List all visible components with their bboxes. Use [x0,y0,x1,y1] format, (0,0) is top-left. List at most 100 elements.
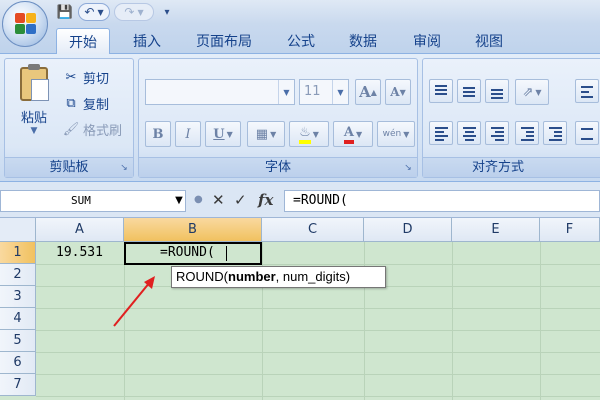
row-header-4[interactable]: 4 [0,308,36,330]
align-left-button[interactable] [429,121,453,145]
chevron-down-icon[interactable]: ▼ [172,190,186,212]
increase-indent-button[interactable] [543,121,567,145]
save-icon[interactable]: 💾 [56,3,74,21]
redo-button[interactable]: ↷ ▼ [114,3,154,21]
fill-color-button[interactable]: ♨ ▼ [289,121,329,147]
row-header-6[interactable]: 6 [0,352,36,374]
grid-line [36,396,600,397]
shrink-font-label: A [390,85,400,99]
copy-icon: ⧉ [66,95,76,111]
wrap-text-button[interactable] [575,79,599,103]
orientation-icon: ⇗ [522,84,534,100]
align-middle-button[interactable] [457,79,481,103]
worksheet-grid: A B C D E F 1 2 3 4 5 6 7 19.531 =ROUND(… [0,218,600,400]
resize-grip-icon[interactable]: ● [194,194,204,208]
tab-review[interactable]: 审阅 [404,28,450,54]
shrink-font-button[interactable]: A ▼ [385,79,411,105]
tab-home[interactable]: 开始 [56,28,110,54]
font-group-label: 字体 [139,157,417,177]
borders-button[interactable]: ▦ ▼ [247,121,285,147]
chevron-down-icon: ▼ [355,129,363,139]
column-header-b[interactable]: B [124,218,262,242]
insert-function-button[interactable]: fx [258,191,273,209]
tab-data[interactable]: 数据 [340,28,386,54]
cancel-icon[interactable]: ✕ [212,191,225,209]
format-painter-button[interactable]: 🖌 格式刷 [63,119,122,139]
row-header-5[interactable]: 5 [0,330,36,352]
row-header-7[interactable]: 7 [0,374,36,396]
enter-check-icon[interactable]: ✓ [234,191,247,209]
font-size-dropdown[interactable]: 11 ▼ [299,79,349,105]
column-header-d[interactable]: D [364,218,452,242]
copy-button[interactable]: ⧉ 复制 [63,93,109,113]
grid-line [540,242,541,400]
clipboard-group-label: 剪贴板 [5,157,133,177]
underline-button[interactable]: U ▼ [205,121,241,147]
merge-center-button[interactable] [575,121,599,145]
scissors-icon: ✂ [65,69,77,85]
paste-icon [20,64,49,101]
font-name-dropdown[interactable]: ▼ [145,79,295,105]
undo-icon: ↶ [84,5,95,19]
phonetic-guide-button[interactable]: wén ▼ [377,121,415,147]
name-box[interactable]: SUM [0,190,186,212]
customize-qat-icon[interactable]: ▾ [158,3,176,21]
bold-label: B [152,126,164,142]
underline-label: U [213,126,225,142]
chevron-down-icon: ▼ [137,7,144,17]
tab-view[interactable]: 视图 [466,28,512,54]
quick-access-toolbar: 💾 ↶ ▼ ↷ ▼ ▾ [56,2,176,22]
grow-font-label: A [359,83,371,101]
redo-icon: ↷ [124,5,135,19]
italic-button[interactable]: I [175,121,201,147]
name-box-value: SUM [71,194,91,207]
tooltip-arg-number[interactable]: number [228,269,276,284]
undo-button[interactable]: ↶ ▼ [78,3,110,21]
chevron-down-icon: ▼ [226,129,233,139]
column-header-e[interactable]: E [452,218,540,242]
formula-input[interactable]: =ROUND( [284,190,600,212]
formula-value: =ROUND( [293,193,348,208]
tab-insert[interactable]: 插入 [124,28,170,54]
select-all-corner[interactable] [0,218,36,242]
column-header-a[interactable]: A [36,218,124,242]
column-header-f[interactable]: F [540,218,600,242]
text-cursor [226,246,227,261]
paste-label: 粘贴 [20,111,47,126]
cell-b1[interactable]: =ROUND( [160,245,215,260]
alignment-group-label: 对齐方式 [423,157,600,177]
chevron-down-icon: ▼ [535,87,542,97]
office-logo-icon [15,13,37,35]
decrease-icon: ▼ [399,87,406,97]
column-header-c[interactable]: C [262,218,364,242]
align-bottom-button[interactable] [485,79,509,103]
cell-a1[interactable]: 19.531 [56,245,103,260]
alignment-group-label-text: 对齐方式 [471,160,524,175]
align-top-button[interactable] [429,79,453,103]
office-button[interactable] [2,1,48,47]
row-header-3[interactable]: 3 [0,286,36,308]
cut-button[interactable]: ✂ 剪切 [63,67,109,87]
dialog-launcher-icon[interactable]: ↘ [118,162,130,174]
title-bar: 💾 ↶ ▼ ↷ ▼ ▾ [0,0,600,24]
italic-label: I [185,126,191,142]
chevron-down-icon: ▼ [30,126,38,136]
orientation-button[interactable]: ⇗ ▼ [515,79,549,105]
dialog-launcher-icon[interactable]: ↘ [402,162,414,174]
align-right-button[interactable] [485,121,509,145]
phonetic-label: wén [382,129,402,139]
bold-button[interactable]: B [145,121,171,147]
grow-font-button[interactable]: A ▲ [355,79,381,105]
tab-page-layout[interactable]: 页面布局 [186,28,262,54]
row-header-2[interactable]: 2 [0,264,36,286]
font-group: ▼ 11 ▼ A ▲ A ▼ B I U ▼ ▦ ▼ ♨ ▼ A ▼ wén ▼ 字体 ↘ [138,58,418,178]
row-header-1[interactable]: 1 [0,242,36,264]
align-center-button[interactable] [457,121,481,145]
tab-formulas[interactable]: 公式 [278,28,324,54]
font-color-button[interactable]: A ▼ [333,121,373,147]
formula-bar: SUM ▼ ● ✕ ✓ fx =ROUND( [0,182,600,218]
decrease-indent-button[interactable] [515,121,539,145]
paste-button[interactable]: 粘贴 ▼ [11,64,57,153]
tooltip-arg-rest: , num_digits) [275,269,351,284]
paint-bucket-icon: ♨ [299,125,311,144]
